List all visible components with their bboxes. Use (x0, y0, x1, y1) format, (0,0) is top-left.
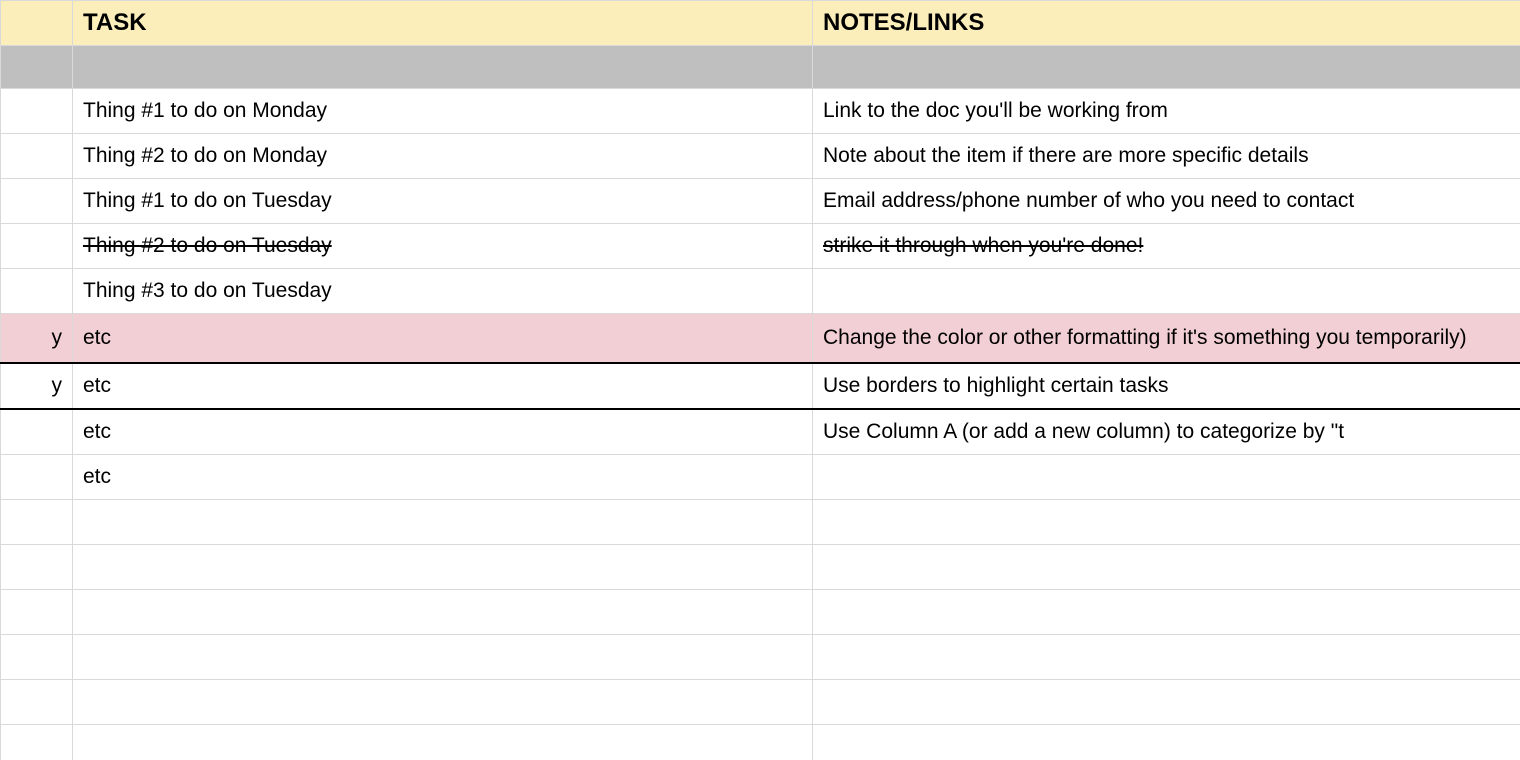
col-a-cell[interactable] (1, 409, 73, 455)
task-text: etc (83, 374, 111, 397)
task-cell[interactable]: Thing #2 to do on Tuesday (73, 224, 813, 269)
task-cell[interactable]: Thing #3 to do on Tuesday (73, 269, 813, 314)
col-a-cell[interactable] (1, 179, 73, 224)
table-row: Thing #2 to do on Monday Note about the i… (1, 134, 1520, 179)
empty-cell[interactable] (73, 500, 813, 545)
notes-cell[interactable]: strike it through when you're done! (813, 224, 1520, 269)
notes-text: Use borders to highlight certain tasks (823, 374, 1169, 397)
empty-cell[interactable] (1, 545, 73, 590)
table-row (1, 635, 1520, 680)
col-a-cell[interactable] (1, 269, 73, 314)
table-row: yetc Change the color or other formatting… (1, 314, 1520, 364)
task-cell[interactable]: etc (73, 314, 813, 364)
notes-cell[interactable] (813, 455, 1520, 500)
col-a-cell[interactable] (1, 224, 73, 269)
empty-cell[interactable] (813, 635, 1520, 680)
task-cell[interactable]: Thing #1 to do on Monday (73, 89, 813, 134)
notes-text: Email address/phone number of who you ne… (823, 189, 1354, 212)
table-row (1, 500, 1520, 545)
task-text: etc (83, 420, 111, 443)
table-row: yetc Use borders to highlight certain tas… (1, 363, 1520, 409)
col-a-cell[interactable]: y (1, 314, 73, 364)
empty-cell[interactable] (1, 590, 73, 635)
header-task[interactable]: TASK (73, 1, 813, 46)
empty-cell[interactable] (73, 680, 813, 725)
task-text: etc (83, 326, 111, 349)
table-row (1, 590, 1520, 635)
task-text: etc (83, 465, 111, 488)
notes-text: Note about the item if there are more sp… (823, 144, 1309, 167)
empty-cell[interactable] (813, 725, 1520, 760)
table-row: Thing #2 to do on Tuesday strike it throu… (1, 224, 1520, 269)
task-cell[interactable]: etc (73, 409, 813, 455)
notes-cell[interactable]: Email address/phone number of who you ne… (813, 179, 1520, 224)
notes-cell[interactable]: Note about the item if there are more sp… (813, 134, 1520, 179)
empty-cell[interactable] (73, 725, 813, 760)
spreadsheet-table[interactable]: TASKNOTES/LINKS Thing #1 to do on Monday L… (0, 0, 1520, 760)
notes-cell[interactable]: Use Column A (or add a new column) to ca… (813, 409, 1520, 455)
header-row: TASKNOTES/LINKS (1, 1, 1520, 46)
table-row (1, 46, 1520, 89)
task-text: Thing #2 to do on Tuesday (83, 234, 332, 257)
table-row (1, 545, 1520, 590)
task-cell[interactable]: Thing #2 to do on Monday (73, 134, 813, 179)
table-row (1, 680, 1520, 725)
empty-cell[interactable] (1, 680, 73, 725)
notes-cell[interactable]: Use borders to highlight certain tasks (813, 363, 1520, 409)
notes-cell[interactable]: Change the color or other formatting if … (813, 314, 1520, 364)
spacer-cell[interactable] (813, 46, 1520, 89)
empty-cell[interactable] (813, 500, 1520, 545)
empty-cell[interactable] (1, 635, 73, 680)
task-cell[interactable]: etc (73, 363, 813, 409)
col-a-cell[interactable] (1, 455, 73, 500)
empty-cell[interactable] (1, 500, 73, 545)
empty-cell[interactable] (73, 545, 813, 590)
table-row: Thing #1 to do on Tuesday Email address/p… (1, 179, 1520, 224)
table-row: Thing #1 to do on Monday Link to the doc … (1, 89, 1520, 134)
empty-cell[interactable] (1, 725, 73, 760)
task-cell[interactable]: etc (73, 455, 813, 500)
notes-text: Change the color or other formatting if … (823, 326, 1467, 349)
header-col-a[interactable] (1, 1, 73, 46)
notes-text: Link to the doc you'll be working from (823, 99, 1168, 122)
empty-cell[interactable] (73, 590, 813, 635)
empty-cell[interactable] (813, 545, 1520, 590)
task-text: Thing #3 to do on Tuesday (83, 279, 332, 302)
col-a-cell[interactable]: y (1, 363, 73, 409)
task-text: Thing #1 to do on Monday (83, 99, 327, 122)
header-notes[interactable]: NOTES/LINKS (813, 1, 1520, 46)
notes-text: Use Column A (or add a new column) to ca… (823, 420, 1344, 443)
empty-cell[interactable] (73, 635, 813, 680)
col-a-cell[interactable] (1, 89, 73, 134)
notes-cell[interactable] (813, 269, 1520, 314)
table-row: Thing #3 to do on Tuesday (1, 269, 1520, 314)
table-row: etc Use Column A (or add a new column) to… (1, 409, 1520, 455)
empty-cell[interactable] (813, 680, 1520, 725)
task-text: Thing #1 to do on Tuesday (83, 189, 332, 212)
task-cell[interactable]: Thing #1 to do on Tuesday (73, 179, 813, 224)
spacer-cell[interactable] (73, 46, 813, 89)
notes-text: strike it through when you're done! (823, 234, 1143, 257)
table-row (1, 725, 1520, 760)
col-a-cell[interactable] (1, 134, 73, 179)
table-row: etc (1, 455, 1520, 500)
spacer-cell[interactable] (1, 46, 73, 89)
task-text: Thing #2 to do on Monday (83, 144, 327, 167)
notes-cell[interactable]: Link to the doc you'll be working from (813, 89, 1520, 134)
empty-cell[interactable] (813, 590, 1520, 635)
